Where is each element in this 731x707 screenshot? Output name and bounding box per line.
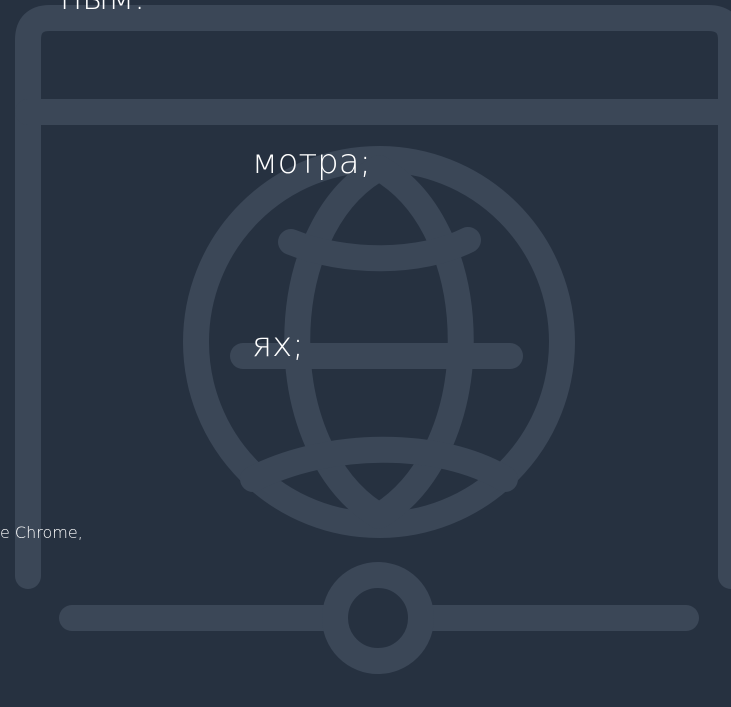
browser-globe-network-icon — [15, 5, 731, 674]
network-node — [322, 562, 434, 674]
text-fragment-middle: ях; — [252, 325, 304, 365]
globe-upper-latitude — [278, 227, 481, 272]
page-canvas: ным: мотра; ях; e Chrome, — [0, 0, 731, 707]
text-fragment-view: мотра; — [252, 142, 371, 182]
text-fragment-chrome: e Chrome, — [0, 523, 83, 542]
text-fragment-top: ным: — [60, 0, 145, 18]
globe-lower-latitude — [240, 436, 518, 492]
